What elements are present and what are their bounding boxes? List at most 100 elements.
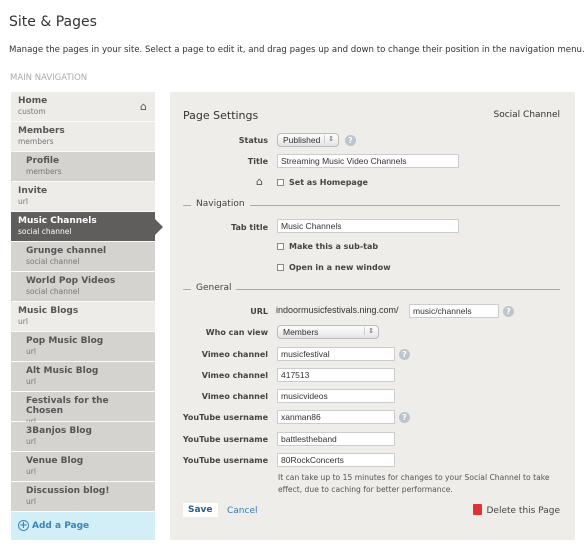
- checkbox-label: Make this a sub-tab: [289, 242, 379, 251]
- page-name: 3Banjos Blog: [26, 426, 92, 436]
- cancel-link[interactable]: Cancel: [227, 506, 258, 516]
- youtube-username-input[interactable]: xanman86: [277, 410, 395, 424]
- page-item-3banjos-blog[interactable]: 3Banjos Blog url: [11, 422, 155, 452]
- page-name: Members: [18, 126, 65, 136]
- vimeo-channel-label: Vimeo channel: [201, 371, 268, 380]
- page-name: World Pop Videos: [26, 276, 116, 286]
- page-item-grunge-channel[interactable]: Grunge channel social channel: [11, 242, 155, 272]
- delete-label: Delete this Page: [486, 506, 560, 516]
- vimeo-channel-label: Vimeo channel: [201, 392, 268, 401]
- save-button[interactable]: Save: [183, 503, 218, 517]
- youtube-username-input[interactable]: 80RockConcerts: [277, 453, 395, 467]
- home-icon: ⌂: [256, 175, 263, 188]
- url-label: URL: [250, 307, 268, 316]
- page-type: url: [26, 347, 36, 356]
- page-name: Venue Blog: [26, 456, 84, 466]
- sub-tab-checkbox[interactable]: Make this a sub-tab: [277, 242, 378, 251]
- page-item-music-channels[interactable]: Music Channels social channel: [11, 212, 163, 242]
- navigation-section-heading: Navigation: [183, 199, 560, 209]
- caching-note: It can take up to 15 minutes for changes…: [278, 473, 550, 494]
- page-name: Discussion blog!: [26, 486, 110, 496]
- page-item-profile[interactable]: Profile members: [11, 152, 155, 182]
- vimeo-channel-input[interactable]: musicvideos: [277, 389, 395, 403]
- page-list: Home custom ⌂ Members members Profile member…: [11, 92, 163, 540]
- select-arrows-icon: ⇕: [324, 135, 334, 143]
- page-description: Manage the pages in your site. Select a …: [9, 45, 585, 55]
- page-type: url: [26, 497, 36, 506]
- page-type: url: [18, 317, 28, 326]
- page-item-invite[interactable]: Invite url: [11, 182, 155, 212]
- youtube-username-label: YouTube username: [182, 435, 268, 444]
- plus-circle-icon: +: [18, 520, 29, 531]
- page-item-members[interactable]: Members members: [11, 122, 155, 152]
- page-item-pop-music-blog[interactable]: Pop Music Blog url: [11, 332, 155, 362]
- page-type: members: [26, 167, 62, 176]
- page-type: url: [26, 377, 36, 386]
- page-name: Profile: [26, 156, 60, 166]
- page-item-home[interactable]: Home custom ⌂: [11, 92, 155, 122]
- page-item-alt-music-blog[interactable]: Alt Music Blog url: [11, 362, 155, 392]
- page-type: social channel: [26, 287, 80, 296]
- main-navigation-heading: MAIN NAVIGATION: [10, 73, 88, 83]
- page-item-music-blogs[interactable]: Music Blogs url: [11, 302, 155, 332]
- page-type: url: [26, 437, 36, 446]
- add-page-label: Add a Page: [32, 521, 90, 531]
- set-homepage-checkbox[interactable]: Set as Homepage: [277, 178, 368, 187]
- page-type: custom: [18, 107, 46, 116]
- page-item-venue-blog[interactable]: Venue Blog url: [11, 452, 155, 482]
- page-type-label: Social Channel: [493, 110, 561, 120]
- select-arrows-icon: ⇕: [364, 327, 374, 335]
- checkbox-icon: [277, 243, 284, 250]
- page-name: Grunge channel: [26, 246, 107, 256]
- page-settings-panel: Page Settings Social Channel Status Publ…: [170, 92, 575, 540]
- tab-title-input[interactable]: Music Channels: [277, 219, 459, 233]
- checkbox-label: Open in a new window: [289, 263, 391, 272]
- page-item-world-pop-videos[interactable]: World Pop Videos social channel: [11, 272, 155, 302]
- checkbox-icon: [277, 264, 284, 271]
- page-name: Invite: [18, 186, 48, 196]
- page-item-festivals[interactable]: Festivals for the Chosenurl: [11, 392, 155, 426]
- checkbox-label: Set as Homepage: [289, 178, 368, 187]
- page-type: social channel: [26, 257, 80, 266]
- help-icon[interactable]: ?: [399, 412, 410, 423]
- new-window-checkbox[interactable]: Open in a new window: [277, 263, 391, 272]
- status-select[interactable]: Published ⇕: [277, 133, 339, 147]
- page-type: url: [18, 197, 28, 206]
- url-prefix: indoormusicfestivals.ning.com/: [276, 305, 399, 315]
- who-can-view-value: Members: [283, 327, 319, 337]
- status-value: Published: [283, 135, 321, 145]
- page-name: Home: [18, 96, 48, 106]
- title-input[interactable]: Streaming Music Video Channels: [277, 154, 459, 168]
- url-input[interactable]: music/channels: [409, 304, 499, 318]
- page-name: Festivals for the Chosen: [26, 396, 109, 416]
- vimeo-channel-input[interactable]: musicfestival: [277, 347, 395, 361]
- home-icon: ⌂: [140, 100, 147, 113]
- checkbox-icon: [277, 179, 284, 186]
- page-title: Site & Pages: [9, 14, 97, 30]
- page-type: members: [18, 137, 54, 146]
- page-name: Music Channels: [18, 216, 97, 226]
- help-icon[interactable]: ?: [345, 135, 356, 146]
- page-name: Pop Music Blog: [26, 336, 104, 346]
- trash-icon: [473, 504, 483, 515]
- page-item-discussion-blog[interactable]: Discussion blog! url: [11, 482, 155, 512]
- section-title: Navigation: [191, 199, 250, 209]
- page-name: Alt Music Blog: [26, 366, 99, 376]
- tab-title-label: Tab title: [231, 223, 268, 232]
- panel-title: Page Settings: [183, 109, 259, 122]
- page-type: social channel: [18, 227, 72, 236]
- vimeo-channel-input[interactable]: 417513: [277, 368, 395, 382]
- youtube-username-input[interactable]: battlestheband: [277, 432, 395, 446]
- general-section-heading: General: [183, 283, 560, 293]
- youtube-username-label: YouTube username: [182, 456, 268, 465]
- who-can-view-select[interactable]: Members ⇕: [277, 325, 379, 339]
- title-label: Title: [247, 157, 268, 166]
- add-page-button[interactable]: + Add a Page: [11, 512, 155, 540]
- help-icon[interactable]: ?: [503, 306, 514, 317]
- status-label: Status: [238, 136, 268, 145]
- who-can-view-label: Who can view: [205, 328, 268, 337]
- help-icon[interactable]: ?: [399, 349, 410, 360]
- vimeo-channel-label: Vimeo channel: [201, 350, 268, 359]
- delete-page-button[interactable]: Delete this Page: [473, 504, 560, 516]
- youtube-username-label: YouTube username: [182, 413, 268, 422]
